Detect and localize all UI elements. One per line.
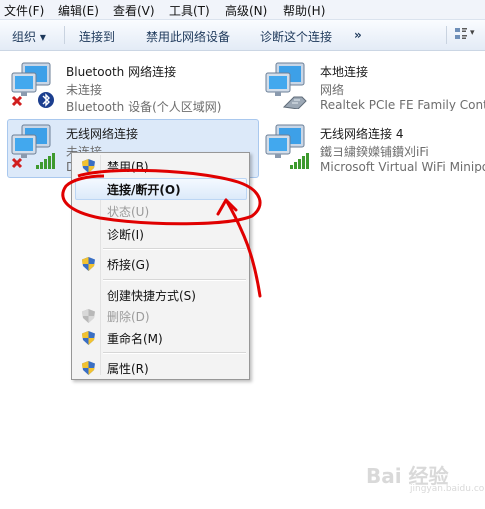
menu-item-label: 重命名(M) bbox=[107, 332, 163, 346]
uac-shield-icon bbox=[82, 331, 95, 345]
adapter-status: 未连接 bbox=[66, 83, 103, 97]
disable-device-button[interactable]: 禁用此网络设备 bbox=[146, 28, 230, 45]
adapter-name: 无线网络连接 4 bbox=[320, 127, 404, 141]
menu-item-create-shortcut[interactable]: 创建快捷方式(S) bbox=[74, 284, 246, 306]
uac-shield-icon bbox=[82, 309, 95, 323]
menu-item-diagnose[interactable]: 诊断(I) bbox=[74, 223, 246, 245]
menu-item-label: 状态(U) bbox=[107, 205, 150, 219]
adapter-name: 无线网络连接 bbox=[66, 127, 139, 141]
adapter-device: Microsoft Virtual WiFi Minipo bbox=[320, 160, 485, 173]
adapter-name: 本地连接 bbox=[320, 65, 369, 79]
menu-separator bbox=[103, 279, 246, 281]
change-view-icon[interactable] bbox=[454, 27, 468, 41]
command-toolbar: 组织 ▾ 连接到 禁用此网络设备 诊断这个连接 » ▾ bbox=[0, 20, 485, 51]
adapter-status: 网络 bbox=[320, 83, 345, 97]
baidu-watermark: Bai 经验 jingyan.baidu.com bbox=[366, 450, 485, 504]
uac-shield-icon bbox=[82, 159, 95, 173]
watermark-url: jingyan.baidu.com bbox=[410, 484, 485, 494]
virtual-wifi-adapter-icon bbox=[265, 124, 309, 169]
connect-to-button[interactable]: 连接到 bbox=[79, 28, 115, 45]
ethernet-adapter-icon bbox=[265, 62, 307, 109]
menu-item-connect-disconnect[interactable]: 连接/断开(O) bbox=[74, 178, 246, 200]
menu-item-rename[interactable]: 重命名(M) bbox=[74, 327, 246, 349]
organize-button[interactable]: 组织 ▾ bbox=[12, 28, 46, 45]
menu-item-properties[interactable]: 属性(R) bbox=[74, 357, 246, 379]
menu-separator bbox=[103, 352, 246, 354]
menu-view[interactable]: 查看(V) bbox=[113, 2, 155, 19]
menu-item-label: 诊断(I) bbox=[107, 228, 144, 242]
menu-item-status[interactable]: 状态(U) bbox=[74, 200, 246, 222]
bluetooth-adapter-icon bbox=[11, 62, 54, 108]
menu-item-disable[interactable]: 禁用(B) bbox=[74, 155, 246, 177]
adapter-bluetooth[interactable]: Bluetooth 网络连接 未连接 Bluetooth 设备(个人区域网) bbox=[8, 61, 248, 114]
uac-shield-icon bbox=[82, 257, 95, 271]
chevron-down-icon[interactable]: ▾ bbox=[470, 28, 475, 38]
toolbar-divider bbox=[446, 26, 447, 44]
menu-bar: 文件(F) 编辑(E) 查看(V) 工具(T) 高级(N) 帮助(H) bbox=[0, 0, 485, 20]
context-menu: 禁用(B) 连接/断开(O) 状态(U) 诊断(I) 桥接(G) 创建快捷方式(… bbox=[71, 152, 250, 380]
menu-help[interactable]: 帮助(H) bbox=[283, 2, 325, 19]
menu-tools[interactable]: 工具(T) bbox=[169, 2, 210, 19]
adapter-device: Bluetooth 设备(个人区域网) bbox=[66, 100, 222, 114]
menu-edit[interactable]: 编辑(E) bbox=[58, 2, 99, 19]
menu-separator bbox=[103, 248, 246, 250]
menu-file[interactable]: 文件(F) bbox=[4, 2, 44, 19]
menu-item-label: 创建快捷方式(S) bbox=[107, 289, 196, 303]
adapter-device: Realtek PCIe FE Family Contr bbox=[320, 98, 485, 111]
adapter-name: Bluetooth 网络连接 bbox=[66, 65, 177, 79]
menu-advanced[interactable]: 高级(N) bbox=[225, 2, 267, 19]
adapter-status: 鐵ヨ繍鍨嬫铺鑽刈iFi bbox=[320, 145, 429, 159]
adapter-local-connection[interactable]: 本地连接 网络 Realtek PCIe FE Family Contr bbox=[262, 61, 485, 111]
menu-item-label: 属性(R) bbox=[107, 362, 149, 376]
menu-item-label: 删除(D) bbox=[107, 310, 150, 324]
adapter-wireless-4[interactable]: 无线网络连接 4 鐵ヨ繍鍨嬫铺鑽刈iFi Microsoft Virtual W… bbox=[262, 123, 485, 173]
uac-shield-icon bbox=[82, 361, 95, 375]
more-commands-button[interactable]: » bbox=[354, 28, 362, 42]
menu-item-label: 禁用(B) bbox=[107, 160, 149, 174]
diagnose-button[interactable]: 诊断这个连接 bbox=[260, 28, 332, 45]
toolbar-divider bbox=[64, 26, 65, 44]
menu-item-delete[interactable]: 删除(D) bbox=[74, 305, 246, 327]
menu-item-bridge[interactable]: 桥接(G) bbox=[74, 253, 246, 275]
menu-item-label: 连接/断开(O) bbox=[107, 183, 181, 197]
wireless-adapter-icon bbox=[11, 124, 55, 169]
menu-item-label: 桥接(G) bbox=[107, 258, 150, 272]
